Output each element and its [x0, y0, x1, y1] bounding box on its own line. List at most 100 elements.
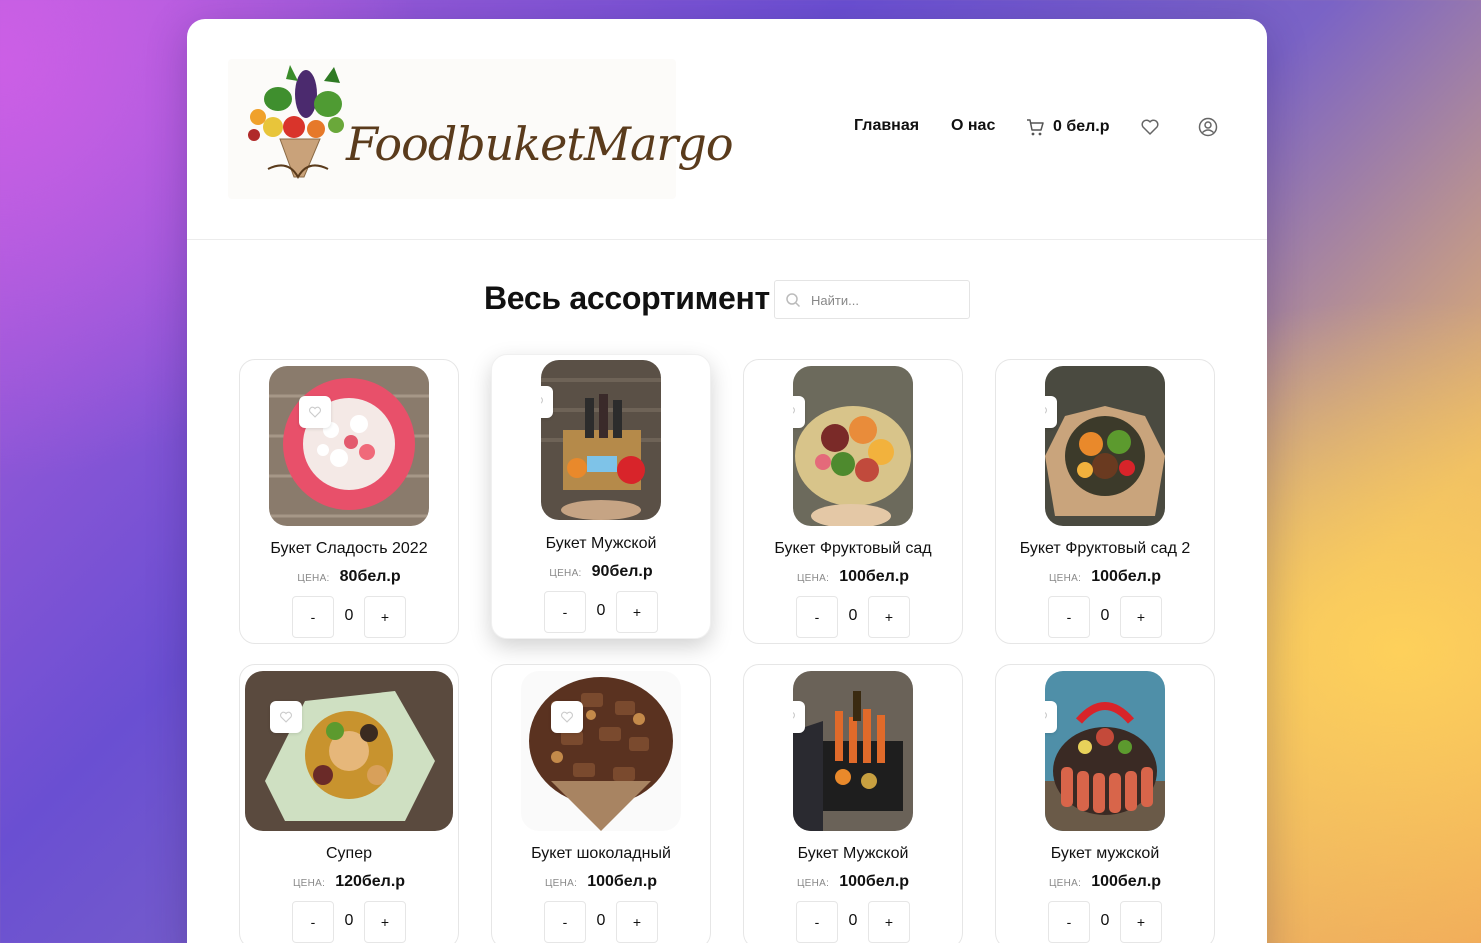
product-price: ЦЕНА: 100бел.р — [996, 873, 1214, 891]
product-photo[interactable] — [541, 360, 661, 520]
increase-button[interactable]: + — [1120, 596, 1162, 638]
increase-button[interactable]: + — [616, 901, 658, 943]
nav-cart[interactable]: 0 бел.р — [1025, 117, 1110, 137]
heart-icon — [541, 397, 543, 404]
price-value: 90бел.р — [591, 563, 653, 580]
increase-button[interactable]: + — [616, 591, 658, 633]
quantity-value: 0 — [848, 912, 858, 929]
price-value: 100бел.р — [1091, 568, 1162, 585]
favorite-button[interactable] — [1045, 701, 1057, 733]
product-price: ЦЕНА: 100бел.р — [744, 873, 962, 891]
increase-button[interactable]: + — [364, 901, 406, 943]
product-photo[interactable] — [269, 366, 429, 526]
product-image — [793, 671, 913, 831]
increase-button[interactable]: + — [868, 596, 910, 638]
decrease-button[interactable]: - — [292, 596, 334, 638]
product-photo[interactable] — [793, 366, 913, 526]
product-card[interactable]: Букет Мужской ЦЕНА: 90бел.р - 0 + — [491, 354, 711, 639]
favorite-button[interactable] — [793, 701, 805, 733]
favorite-button[interactable] — [551, 701, 583, 733]
favorite-button[interactable] — [270, 701, 302, 733]
product-name: Букет мужской — [1050, 845, 1160, 862]
price-label: ЦЕНА: — [292, 878, 326, 889]
decrease-button[interactable]: - — [1048, 596, 1090, 638]
quantity-value: 0 — [848, 607, 858, 624]
product-name: Букет Сладость 2022 — [270, 540, 428, 557]
price-value: 120бел.р — [335, 873, 406, 890]
cart-icon — [1027, 119, 1044, 136]
product-name: Супер — [325, 845, 372, 862]
product-photo[interactable] — [521, 671, 681, 831]
quantity-stepper: - 0 + — [1048, 596, 1162, 638]
page-title: Весь ассортимент — [484, 280, 770, 316]
product-card[interactable]: Букет Фруктовый сад ЦЕНА: 100бел.р - 0 + — [743, 359, 963, 644]
heart-icon — [793, 407, 795, 414]
nav-home-link[interactable]: Главная — [854, 117, 919, 135]
nav-favorites-link[interactable] — [1140, 117, 1160, 142]
price-value: 100бел.р — [587, 873, 658, 890]
favorite-button[interactable] — [541, 386, 553, 418]
product-card[interactable]: Букет мужской ЦЕНА: 100бел.р - 0 + — [995, 664, 1215, 943]
nav-account-link[interactable] — [1198, 117, 1218, 142]
product-price: ЦЕНА: 100бел.р — [492, 873, 710, 891]
favorite-button[interactable] — [299, 396, 331, 428]
decrease-button[interactable]: - — [292, 901, 334, 943]
quantity-stepper: - 0 + — [1048, 901, 1162, 943]
product-name: Букет Мужской — [797, 845, 909, 862]
product-photo[interactable] — [245, 671, 453, 831]
heart-icon — [1045, 407, 1047, 414]
product-photo[interactable] — [793, 671, 913, 831]
search-input[interactable] — [811, 290, 961, 310]
favorite-button[interactable] — [1045, 396, 1057, 428]
heart-icon — [793, 712, 795, 719]
product-card[interactable]: Букет шоколадный ЦЕНА: 100бел.р - 0 + — [491, 664, 711, 943]
price-value: 100бел.р — [839, 568, 910, 585]
product-card[interactable]: Букет Фруктовый сад 2 ЦЕНА: 100бел.р - 0… — [995, 359, 1215, 644]
search-icon — [786, 293, 801, 308]
quantity-stepper: - 0 + — [544, 901, 658, 943]
price-label: ЦЕНА: — [796, 573, 830, 584]
price-value: 100бел.р — [1091, 873, 1162, 890]
product-photo[interactable] — [1045, 366, 1165, 526]
product-image — [521, 671, 681, 831]
favorite-button[interactable] — [793, 396, 805, 428]
quantity-value: 0 — [1100, 912, 1110, 929]
decrease-button[interactable]: - — [544, 901, 586, 943]
increase-button[interactable]: + — [364, 596, 406, 638]
product-image — [1045, 366, 1165, 526]
decrease-button[interactable]: - — [544, 591, 586, 633]
heart-icon — [561, 711, 573, 723]
nav-about-link[interactable]: О нас — [951, 117, 995, 135]
heart-icon — [1141, 119, 1159, 135]
price-label: ЦЕНА: — [1048, 878, 1082, 889]
quantity-stepper: - 0 + — [292, 901, 406, 943]
product-price: ЦЕНА: 100бел.р — [996, 568, 1214, 586]
product-card[interactable]: Букет Мужской ЦЕНА: 100бел.р - 0 + — [743, 664, 963, 943]
product-photo[interactable] — [1045, 671, 1165, 831]
heart-icon — [1045, 712, 1047, 719]
product-card[interactable]: Супер ЦЕНА: 120бел.р - 0 + — [239, 664, 459, 943]
product-image — [541, 360, 661, 520]
product-price: ЦЕНА: 100бел.р — [744, 568, 962, 586]
product-name: Букет Фруктовый сад — [774, 540, 932, 557]
price-value: 100бел.р — [839, 873, 910, 890]
quantity-stepper: - 0 + — [544, 591, 658, 633]
quantity-stepper: - 0 + — [796, 596, 910, 638]
heart-icon — [280, 711, 292, 723]
product-image — [269, 366, 429, 526]
price-label: ЦЕНА: — [544, 878, 578, 889]
product-price: ЦЕНА: 90бел.р — [492, 563, 710, 581]
price-label: ЦЕНА: — [297, 573, 330, 584]
decrease-button[interactable]: - — [796, 596, 838, 638]
app-window: FoodbuketMargo Главная О нас 0 бел.р Вес… — [187, 19, 1267, 943]
decrease-button[interactable]: - — [796, 901, 838, 943]
increase-button[interactable]: + — [1120, 901, 1162, 943]
increase-button[interactable]: + — [868, 901, 910, 943]
quantity-value: 0 — [1100, 607, 1110, 624]
decrease-button[interactable]: - — [1048, 901, 1090, 943]
price-label: ЦЕНА: — [796, 878, 830, 889]
quantity-value: 0 — [344, 912, 354, 929]
product-price: ЦЕНА: 120бел.р — [240, 873, 458, 891]
main-nav: Главная О нас 0 бел.р — [187, 117, 1267, 141]
product-card[interactable]: Букет Сладость 2022 ЦЕНА: 80бел.р - 0 + — [239, 359, 459, 644]
